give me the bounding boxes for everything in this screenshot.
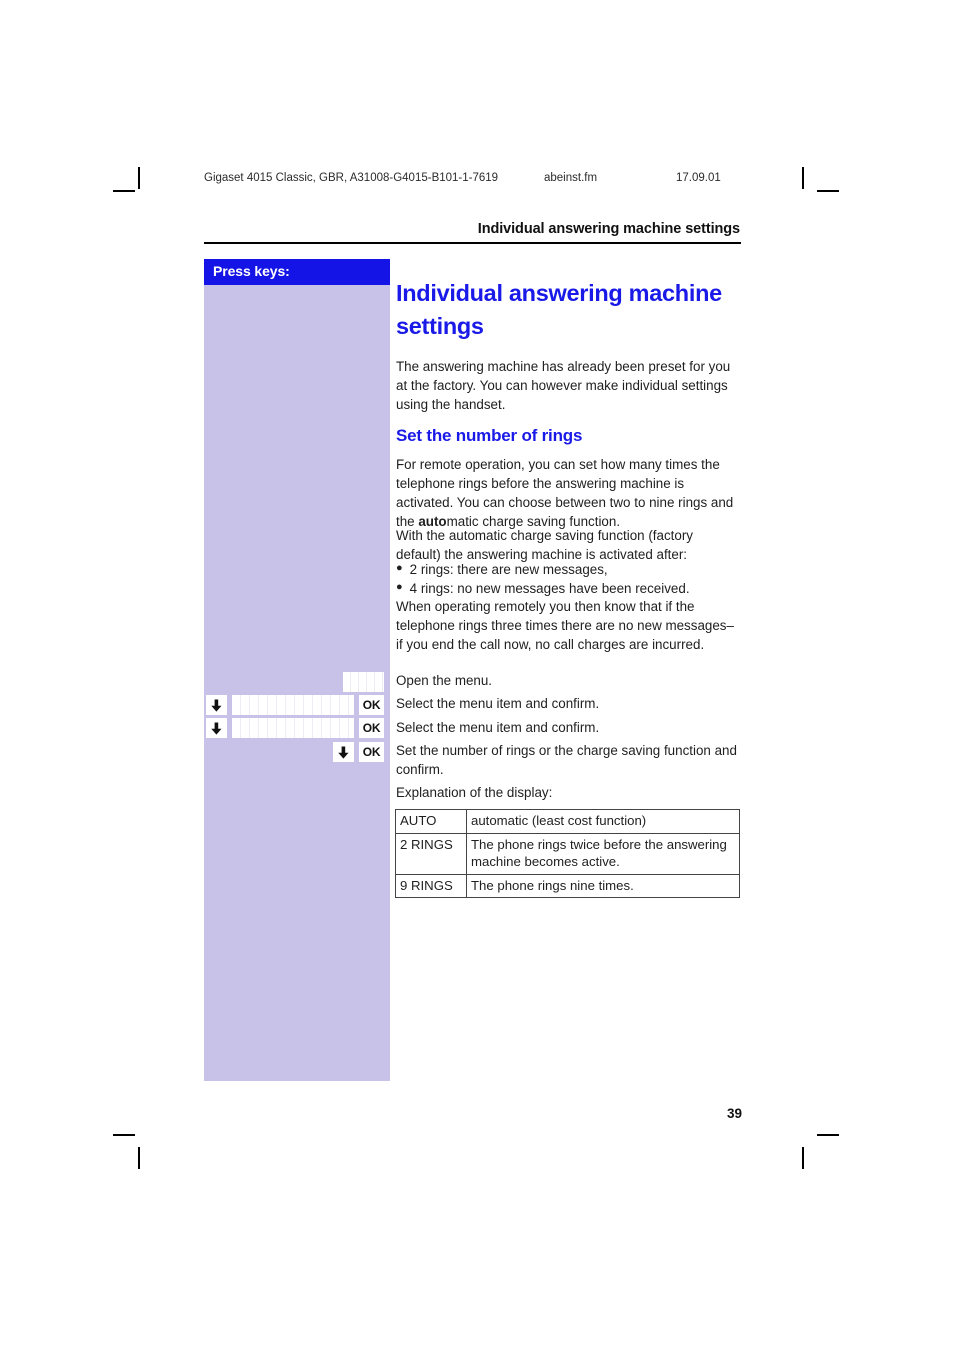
crop-mark-top-left-horizontal [113, 190, 135, 192]
crop-mark-bottom-left-vertical [138, 1147, 140, 1169]
press-keys-label: Press keys: [213, 263, 290, 279]
press-keys-column: Press keys: OK OK OK [204, 259, 390, 1081]
arrow-down-icon [333, 742, 354, 762]
key-row-open-menu [204, 671, 390, 693]
table-cell-key: 9 RINGS [395, 873, 467, 899]
step-description-select-2: Select the menu item and confirm. [396, 720, 600, 735]
source-filename: abeinst.fm [544, 172, 598, 184]
page-number: 39 [726, 1106, 742, 1121]
display-explanation-table: AUTO automatic (least cost function) 2 R… [395, 809, 740, 899]
crop-mark-top-left-vertical [138, 167, 140, 189]
table-cell-desc: The phone rings nine times. [466, 873, 740, 899]
key-row-select-menu-2: OK [204, 717, 390, 739]
paragraph-charge-saving: With the automatic charge saving functio… [396, 528, 693, 563]
bullet-item-label: 4 rings: no new messages have been recei… [409, 581, 690, 596]
document-id: Gigaset 4015 Classic, GBR, A31008-G4015-… [204, 172, 499, 184]
bullet-dot-icon: ● [396, 581, 403, 593]
table-cell-desc: The phone rings twice before the answeri… [466, 832, 740, 875]
bullet-item-label: 2 rings: there are new messages, [409, 562, 608, 577]
step-description-select-1: Select the menu item and confirm. [396, 696, 600, 711]
ok-key-icon: OK [359, 718, 384, 738]
paragraph-remote-note: When operating remotely you then know th… [396, 599, 734, 653]
step-description-set-rings: Set the number of rings or the charge sa… [396, 743, 737, 777]
paragraph-remote-operation: For remote operation, you can set how ma… [396, 455, 740, 531]
bullet-dot-icon: ● [396, 562, 403, 574]
crop-mark-top-right-horizontal [817, 190, 839, 192]
ok-key-icon: OK [359, 742, 384, 762]
crop-mark-bottom-right-horizontal [817, 1134, 839, 1136]
display-segment-icon [232, 718, 354, 738]
table-cell-key: 2 RINGS [395, 832, 467, 875]
ok-key-icon: OK [359, 695, 384, 715]
running-head-rule [204, 242, 741, 244]
arrow-down-icon [206, 718, 227, 738]
crop-mark-bottom-right-vertical [802, 1147, 804, 1169]
table-caption: Explanation of the display: [396, 785, 553, 800]
press-keys-header: Press keys: [204, 259, 390, 285]
key-row-set-rings: OK [204, 741, 390, 763]
table-cell-key: AUTO [395, 809, 467, 834]
display-segment-icon [232, 695, 354, 715]
running-head: Individual answering machine settings [477, 221, 740, 237]
section-heading-set-rings: Set the number of rings [396, 426, 583, 445]
table-cell-desc: automatic (least cost function) [466, 809, 740, 834]
bullet-item: ● 2 rings: there are new messages, [396, 560, 740, 579]
crop-mark-bottom-left-horizontal [113, 1134, 135, 1136]
crop-mark-top-right-vertical [802, 167, 804, 189]
folio-line: Gigaset 4015 Classic, GBR, A31008-G4015-… [204, 172, 741, 188]
document-date: 17.09.01 [676, 172, 721, 184]
key-row-select-menu-1: OK [204, 694, 390, 716]
table-row: 2 RINGS The phone rings twice before the… [395, 832, 740, 875]
bullet-item: ● 4 rings: no new messages have been rec… [396, 579, 740, 598]
intro-paragraph: The answering machine has already been p… [396, 359, 731, 413]
table-row: 9 RINGS The phone rings nine times. [395, 873, 740, 899]
page-title: Individual answering machine settings [396, 280, 722, 340]
arrow-down-icon [206, 695, 227, 715]
display-segment-icon [343, 672, 384, 692]
table-row: AUTO automatic (least cost function) [395, 809, 740, 834]
step-description-open-menu: Open the menu. [396, 673, 493, 688]
